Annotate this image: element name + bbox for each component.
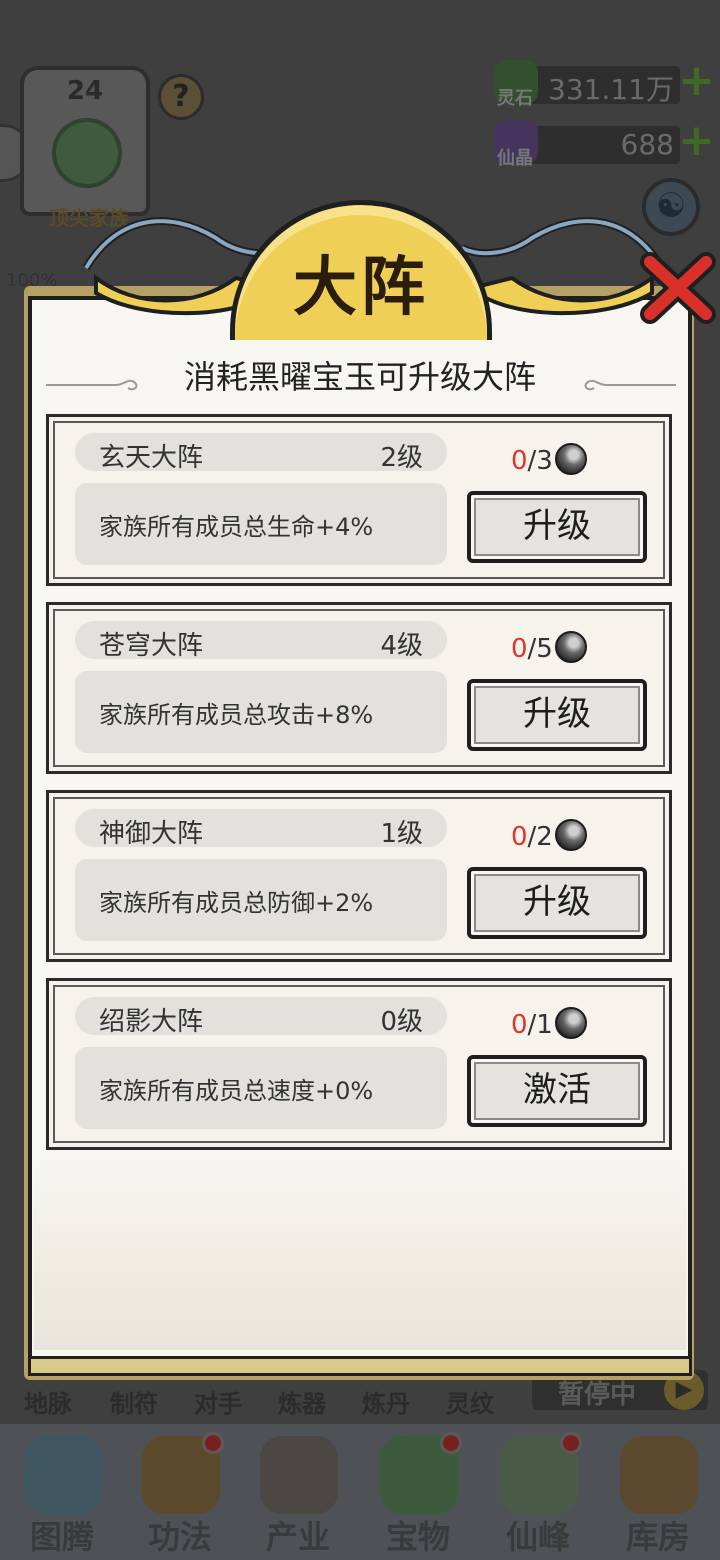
upgrade-button[interactable]: 升级 [467,867,647,939]
formation-name: 玄天大阵 [99,443,204,473]
nav-item-industry[interactable]: 产业 [240,1430,356,1556]
modal-bottom-strip [28,1356,692,1376]
formation-level: 1级 [380,819,423,849]
formation-effect: 家族所有成员总防御+2% [99,889,374,917]
upgrade-cost: 0/2 [511,819,587,853]
formation-level: 0级 [380,1007,423,1037]
cost-required: /2 [527,822,553,852]
sub-menu-item[interactable]: 制符 [100,1384,168,1419]
formation-name: 绍影大阵 [99,1007,204,1037]
formation-card: 绍影大阵 0级 家族所有成员总速度+0% 0/1 激活 [46,978,672,1150]
resource-name: 仙晶 [497,148,533,169]
notification-dot [440,1432,462,1454]
notification-dot [560,1432,582,1454]
formation-name: 苍穹大阵 [99,631,204,661]
formation-card: 玄天大阵 2级 家族所有成员总生命+4% 0/3 升级 [46,414,672,586]
sub-menu-item[interactable]: 地脉 [14,1384,82,1419]
bottom-nav: 图腾 功法 产业 宝物 仙峰 库房 [0,1424,720,1560]
resource-name: 灵石 [497,88,533,109]
sub-menu-item[interactable]: 炼丹 [352,1384,420,1419]
formation-effect-box: 家族所有成员总防御+2% [75,859,447,941]
family-avatar[interactable]: 24 顶尖家族 [20,66,150,230]
obsidian-jade-icon [554,631,587,663]
formation-name-bar: 苍穹大阵 4级 [75,621,447,661]
nav-label: 产业 [265,1518,330,1556]
resource-immortal-crystal: 仙晶 688 + [490,119,715,169]
formation-name-bar: 玄天大阵 2级 [75,433,447,473]
resource-spirit-stone: 灵石 331.11万 + [490,59,715,109]
notification-dot [202,1432,224,1454]
formation-card: 神御大阵 1级 家族所有成员总防御+2% 0/2 升级 [46,790,672,962]
obsidian-jade-icon [554,819,587,851]
formation-effect-box: 家族所有成员总攻击+8% [75,671,447,753]
nav-item-totem[interactable]: 图腾 [4,1430,120,1556]
obsidian-jade-icon [554,1007,587,1039]
formation-effect-box: 家族所有成员总速度+0% [75,1047,447,1129]
obsidian-jade-icon [554,443,587,475]
cloud-deco-right [584,379,676,391]
resource-value: 331.11万 [548,73,674,106]
formation-effect: 家族所有成员总攻击+8% [99,701,374,729]
modal-title: 大阵 [293,251,429,325]
formation-name: 神御大阵 [99,819,204,849]
add-spirit-stone-button[interactable]: + [678,59,715,103]
nav-item-treasure[interactable]: 宝物 [360,1430,476,1556]
upgrade-cost: 0/1 [511,1007,587,1041]
upgrade-cost: 0/3 [511,443,587,477]
formation-level: 2级 [380,443,423,473]
resource-value: 688 [620,128,674,161]
formation-effect-box: 家族所有成员总生命+4% [75,483,447,565]
cost-owned: 0 [511,822,528,852]
nav-item-immortal-peak[interactable]: 仙峰 [480,1430,596,1556]
formation-name-bar: 绍影大阵 0级 [75,997,447,1037]
family-level: 24 [66,76,104,106]
willow-tree-icon [52,118,122,188]
sub-menu-item[interactable]: 灵纹 [436,1384,504,1419]
cost-required: /3 [527,446,553,476]
cost-owned: 0 [511,634,528,664]
activate-button[interactable]: 激活 [467,1055,647,1127]
nav-label: 仙峰 [505,1518,570,1556]
upgrade-button[interactable]: 升级 [467,679,647,751]
nav-item-technique[interactable]: 功法 [122,1430,238,1556]
cost-required: /5 [527,634,553,664]
formation-name-bar: 神御大阵 1级 [75,809,447,849]
sub-menu-item[interactable]: 炼器 [268,1384,336,1419]
sub-menu-item[interactable]: 对手 [184,1384,252,1419]
nav-label: 功法 [147,1518,212,1556]
cost-owned: 0 [511,446,528,476]
formation-level: 4级 [380,631,423,661]
close-icon[interactable] [636,248,720,328]
cost-required: /1 [527,1010,553,1040]
industry-icon [260,1436,338,1514]
nav-label: 库房 [625,1518,690,1556]
add-immortal-crystal-button[interactable]: + [678,119,715,163]
nav-label: 图腾 [29,1518,94,1556]
modal-subtitle: 消耗黑曜宝玉可升级大阵 [183,358,536,396]
formation-card: 苍穹大阵 4级 家族所有成员总攻击+8% 0/5 升级 [46,602,672,774]
sub-menu: 地脉 制符 对手 炼器 炼丹 灵纹 [14,1384,534,1420]
totem-icon [24,1436,102,1514]
storehouse-icon [620,1436,698,1514]
upgrade-button[interactable]: 升级 [467,491,647,563]
cost-owned: 0 [511,1010,528,1040]
nav-item-storehouse[interactable]: 库房 [600,1430,716,1556]
upgrade-cost: 0/5 [511,631,587,665]
formation-effect: 家族所有成员总生命+4% [99,513,374,541]
mountain-backdrop [34,1150,686,1350]
formation-effect: 家族所有成员总速度+0% [99,1077,374,1105]
help-icon[interactable]: ? [158,74,204,120]
nav-label: 宝物 [385,1518,450,1556]
